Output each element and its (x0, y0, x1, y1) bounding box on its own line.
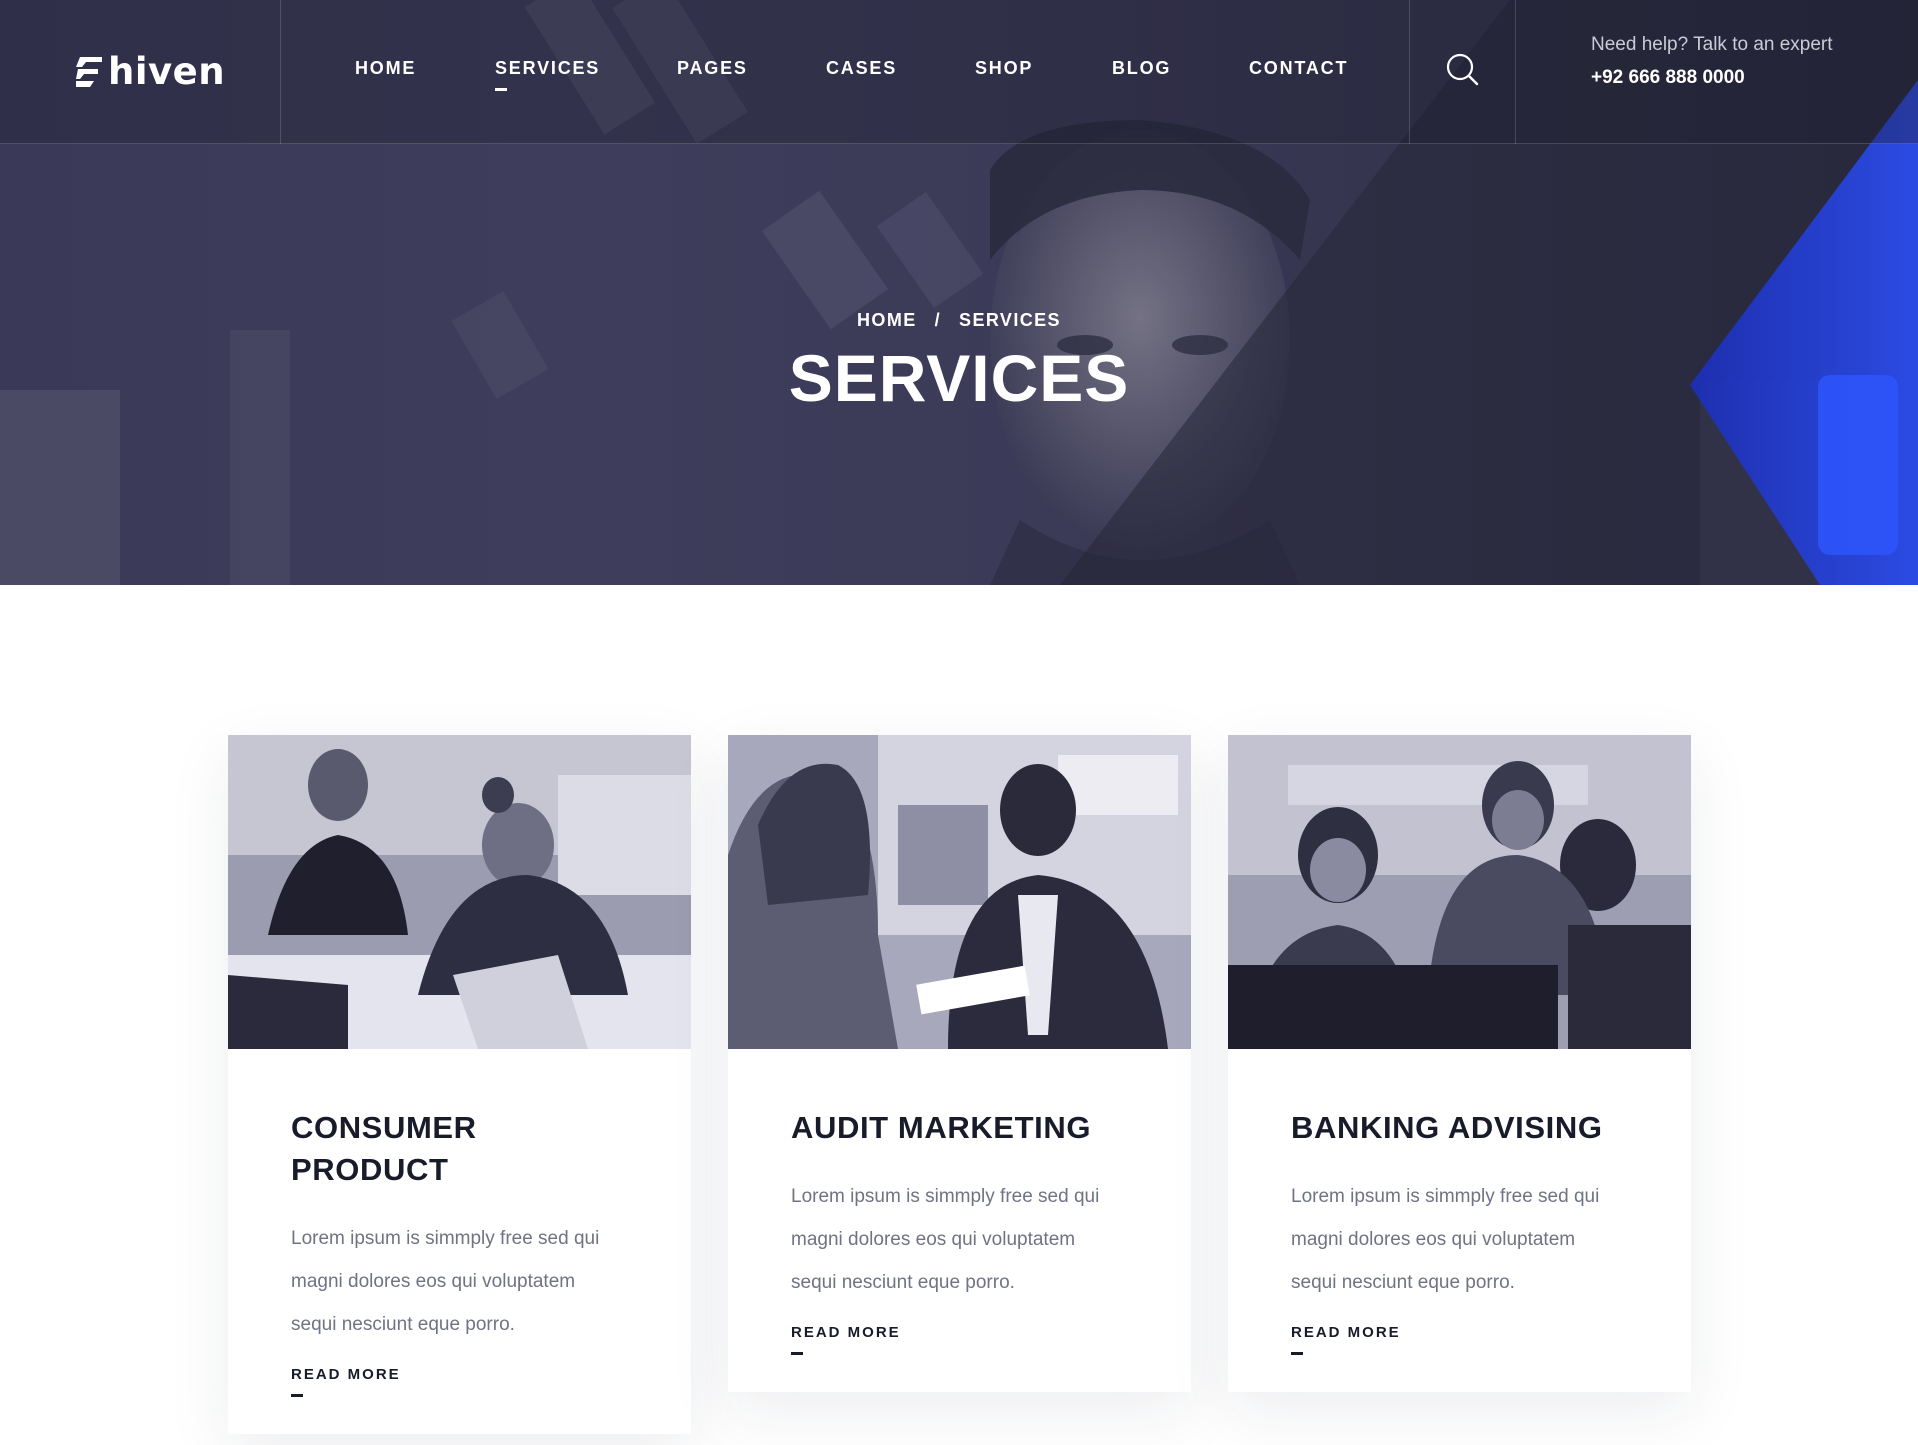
breadcrumb-home[interactable]: HOME (857, 310, 917, 331)
breadcrumb-separator: / (934, 310, 942, 330)
header-divider (280, 0, 281, 144)
service-card-banking-advising: BANKING ADVISING Lorem ipsum is simmply … (1228, 735, 1691, 1392)
nav-blog[interactable]: BLOG (1112, 58, 1171, 79)
card-text-line: sequi nesciunt eque porro. (791, 1272, 1015, 1293)
nav-shop[interactable]: SHOP (975, 58, 1033, 79)
hero-heading: HOME / SERVICES SERVICES (0, 310, 1918, 411)
card-description: Lorem ipsum is simmply free sed qui magn… (791, 1175, 1128, 1304)
hero-banner: hiven HOME SERVICES PAGES CASES SHOP BLO… (0, 0, 1918, 585)
card-image (1228, 735, 1691, 1049)
card-text-line: magni dolores eos qui voluptatem (1291, 1229, 1576, 1250)
logo[interactable]: hiven (76, 46, 225, 96)
card-title-line: CONSUMER (291, 1110, 477, 1145)
card-text-line: magni dolores eos qui voluptatem (791, 1229, 1076, 1250)
card-title-line: PRODUCT (291, 1152, 449, 1187)
card-text-line: sequi nesciunt eque porro. (1291, 1272, 1515, 1293)
nav-contact[interactable]: CONTACT (1249, 58, 1348, 79)
header-divider (1515, 0, 1516, 144)
search-icon (1446, 53, 1479, 86)
help-contact: Need help? Talk to an expert +92 666 888… (1591, 34, 1833, 89)
search-button[interactable] (1443, 50, 1483, 90)
read-more-link[interactable]: READ MORE (291, 1366, 401, 1397)
card-title: CONSUMER PRODUCT (291, 1107, 628, 1191)
card-image (728, 735, 1191, 1049)
card-text-line: Lorem ipsum is simmply free sed qui (791, 1186, 1100, 1207)
service-card-consumer-product: CONSUMER PRODUCT Lorem ipsum is simmply … (228, 735, 691, 1434)
site-header: hiven HOME SERVICES PAGES CASES SHOP BLO… (0, 0, 1918, 144)
card-text-line: sequi nesciunt eque porro. (291, 1314, 515, 1335)
read-more-link[interactable]: READ MORE (1291, 1324, 1401, 1355)
logo-text: hiven (108, 49, 226, 93)
help-phone[interactable]: +92 666 888 0000 (1591, 67, 1833, 89)
help-label: Need help? Talk to an expert (1591, 34, 1833, 55)
card-image (228, 735, 691, 1049)
page-title: SERVICES (788, 341, 1130, 415)
card-description: Lorem ipsum is simmply free sed qui magn… (291, 1217, 628, 1346)
nav-cases[interactable]: CASES (826, 58, 897, 79)
card-title-line: AUDIT MARKETING (791, 1110, 1092, 1145)
card-title-line: BANKING ADVISING (1291, 1110, 1603, 1145)
card-text-line: Lorem ipsum is simmply free sed qui (291, 1228, 600, 1249)
card-title: BANKING ADVISING (1291, 1107, 1628, 1149)
card-text-line: Lorem ipsum is simmply free sed qui (1291, 1186, 1600, 1207)
service-card-audit-marketing: AUDIT MARKETING Lorem ipsum is simmply f… (728, 735, 1191, 1392)
logo-mark-icon (76, 57, 102, 87)
card-title: AUDIT MARKETING (791, 1107, 1128, 1149)
breadcrumb: HOME / SERVICES (857, 310, 1061, 331)
card-text-line: magni dolores eos qui voluptatem (291, 1271, 576, 1292)
read-more-link[interactable]: READ MORE (791, 1324, 901, 1355)
header-divider (1409, 0, 1410, 144)
card-description: Lorem ipsum is simmply free sed qui magn… (1291, 1175, 1628, 1304)
nav-pages[interactable]: PAGES (677, 58, 748, 79)
nav-home[interactable]: HOME (355, 58, 416, 79)
breadcrumb-current: SERVICES (959, 310, 1061, 330)
nav-services[interactable]: SERVICES (495, 58, 600, 91)
